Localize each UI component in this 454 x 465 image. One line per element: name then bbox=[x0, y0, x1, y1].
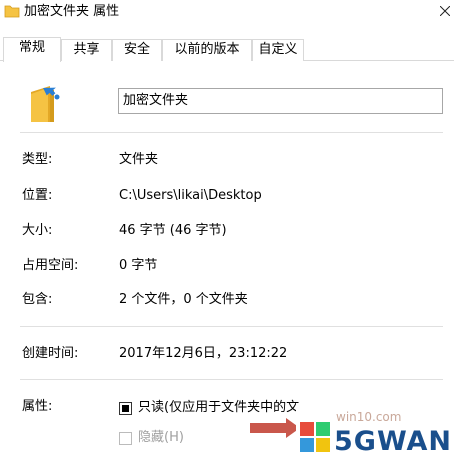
folder-icon bbox=[4, 5, 20, 18]
hidden-checkbox[interactable] bbox=[119, 432, 132, 445]
created-value: 2017年12月6日，23:12:22 bbox=[119, 346, 288, 361]
hidden-label: 隐藏(H) bbox=[138, 430, 184, 445]
created-label: 创建时间: bbox=[22, 346, 79, 361]
location-value: C:\Users\likai\Desktop bbox=[119, 188, 262, 203]
type-value: 文件夹 bbox=[119, 152, 159, 167]
size-on-disk-label: 占用空间: bbox=[22, 258, 79, 273]
attributes-label: 属性: bbox=[22, 399, 53, 414]
tab-sharing[interactable]: 共享 bbox=[61, 39, 112, 61]
location-label: 位置: bbox=[22, 188, 53, 203]
close-icon bbox=[440, 6, 450, 16]
divider bbox=[20, 326, 443, 327]
tab-previous-versions[interactable]: 以前的版本 bbox=[162, 39, 252, 61]
watermark-small-text: win10.com bbox=[336, 410, 402, 424]
size-value: 46 字节 (46 字节) bbox=[119, 223, 227, 238]
divider bbox=[20, 379, 443, 380]
readonly-label: 只读(仅应用于文件夹中的文 bbox=[138, 400, 300, 415]
size-on-disk-value: 0 字节 bbox=[119, 258, 158, 273]
watermark-brand: 5GWAN bbox=[334, 426, 453, 457]
tab-bar: 常规 共享 安全 以前的版本 自定义 bbox=[0, 37, 454, 62]
folder-icon bbox=[31, 86, 60, 122]
size-label: 大小: bbox=[22, 223, 53, 238]
tab-customize[interactable]: 自定义 bbox=[252, 39, 304, 61]
divider bbox=[20, 132, 443, 133]
type-label: 类型: bbox=[22, 152, 53, 167]
readonly-checkbox[interactable] bbox=[119, 402, 132, 415]
window-title: 加密文件夹 属性 bbox=[24, 4, 120, 19]
tab-general[interactable]: 常规 bbox=[3, 37, 61, 62]
tab-security[interactable]: 安全 bbox=[112, 39, 162, 61]
arrow-icon bbox=[250, 418, 300, 438]
title-bar: 加密文件夹 属性 bbox=[0, 0, 454, 26]
folder-name-input[interactable]: 加密文件夹 bbox=[118, 88, 443, 114]
contains-label: 包含: bbox=[22, 292, 53, 307]
close-button[interactable] bbox=[430, 0, 454, 22]
contains-value: 2 个文件，0 个文件夹 bbox=[119, 292, 248, 307]
windows-logo-icon bbox=[300, 422, 330, 452]
